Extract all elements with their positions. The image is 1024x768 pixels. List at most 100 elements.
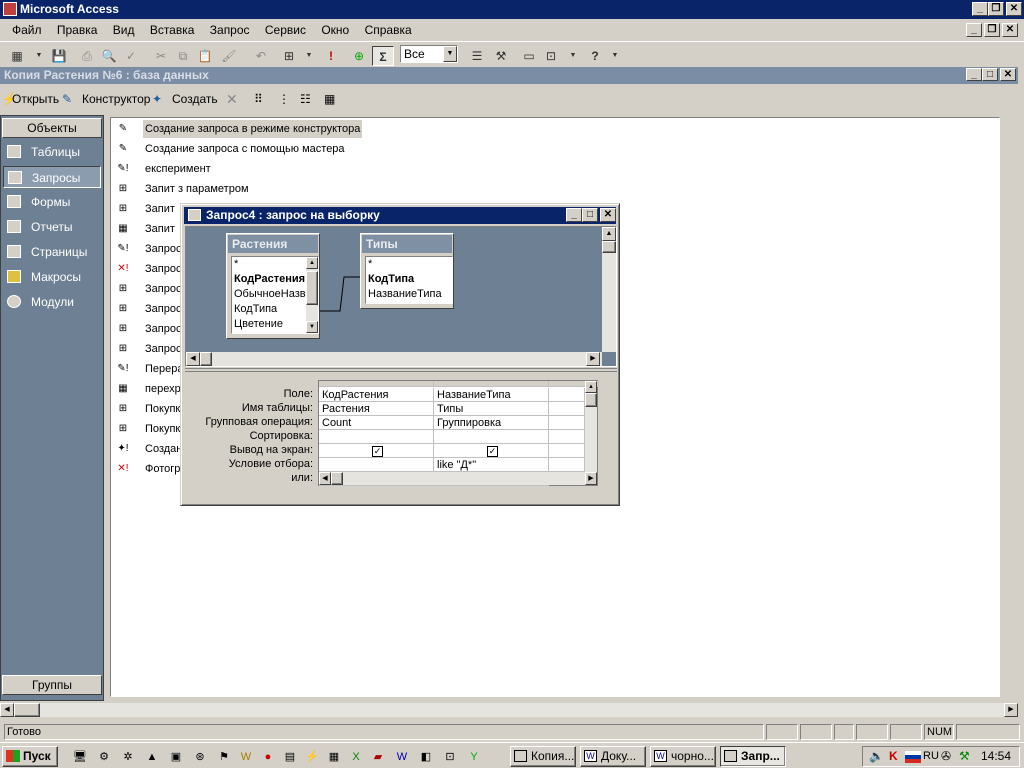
grid-empty-cell[interactable] [549,458,585,472]
new-object-icon[interactable]: ⊡ [540,46,562,66]
quicklaunch-icon[interactable]: ✲ [120,749,136,765]
print-preview-icon[interactable]: 🔍 [98,46,120,66]
design-button[interactable]: Конструктор [82,85,150,113]
show-checkbox[interactable]: ✓ [372,446,383,457]
spelling-icon[interactable]: ✓ [120,46,142,66]
query-list-item[interactable]: Создание запроса в режиме конструктора [143,120,363,138]
query-maximize-button[interactable]: □ [582,208,598,222]
scroll-thumb[interactable] [14,703,40,717]
large-icons-icon[interactable]: ⠿ [254,85,263,113]
scroll-right-arrow-icon[interactable]: ▶ [1004,703,1018,717]
db-horizontal-scrollbar[interactable]: ◀ ▶ [0,703,1018,717]
query-list-item[interactable]: перехр [145,380,181,398]
doc-restore-button[interactable]: ❐ [984,23,1000,37]
groups-header[interactable]: Группы [2,675,102,695]
grid-total-cell[interactable]: Группировка [434,416,549,430]
show-checkbox[interactable]: ✓ [487,446,498,457]
query-type-dropdown-icon[interactable]: ▼ [298,46,320,66]
scroll-left-arrow-icon[interactable]: ◀ [186,352,200,366]
query-list-item[interactable]: Запит [145,200,175,218]
query-list-item[interactable]: Запрос [145,300,181,318]
query-list-item[interactable]: Запрос [145,340,181,358]
totals-icon[interactable]: Σ [372,46,394,66]
objects-queries[interactable]: Запросы [3,166,101,188]
menu-file[interactable]: Файл [12,19,42,41]
scroll-thumb[interactable] [200,352,212,366]
query-list-item[interactable]: експеримент [145,160,211,178]
properties-icon[interactable]: ☰ [466,46,488,66]
grid-show-cell[interactable]: ✓ [434,444,549,458]
query-close-button[interactable]: ✕ [600,208,616,222]
paste-icon[interactable]: 📋 [194,46,216,66]
start-button[interactable]: Пуск [2,746,58,767]
scroll-thumb[interactable] [602,241,616,253]
query-minimize-button[interactable]: _ [566,208,582,222]
grid-total-cell[interactable]: Count [319,416,434,430]
access-icon[interactable]: ▰ [370,749,386,765]
quicklaunch-icon[interactable]: ▣ [168,749,184,765]
query-list-item[interactable]: Создание запроса с помощью мастера [145,140,345,158]
objects-modules[interactable]: Модули [3,291,101,313]
query-list-item[interactable]: Запрос [145,260,181,278]
details-view-icon[interactable]: ▦ [324,85,335,113]
objects-macros[interactable]: Макросы [3,266,101,288]
show-desktop-icon[interactable]: 🖥 [72,749,88,765]
scroll-up-arrow-icon[interactable]: ▲ [602,227,616,241]
small-icons-icon[interactable]: ⋮ [278,85,290,113]
query-type-icon[interactable]: ⊞ [278,46,300,66]
grid-show-cell[interactable]: ✓ [319,444,434,458]
toolbar-options-icon[interactable]: ▼ [604,46,626,66]
quicklaunch-icon[interactable]: ⚡ [304,749,320,765]
task-button-active[interactable]: Запр... [720,746,786,767]
field-list-scrollbar[interactable]: ▲ ▼ [306,257,318,333]
word-icon[interactable]: W [238,749,254,765]
quicklaunch-icon[interactable]: ⊡ [442,749,458,765]
quicklaunch-icon[interactable]: ▦ [326,749,342,765]
clock[interactable]: 14:54 [981,747,1011,766]
network-icon[interactable]: ⚒ [959,747,970,766]
scroll-right-arrow-icon[interactable]: ▶ [586,352,600,366]
delete-icon[interactable]: ✕ [226,85,238,113]
excel-icon[interactable]: X [348,749,364,765]
doc-close-button[interactable]: ✕ [1002,23,1018,37]
menu-edit[interactable]: Правка [57,19,98,41]
close-button[interactable]: ✕ [1006,2,1022,16]
objects-pages[interactable]: Страницы [3,241,101,263]
objects-header[interactable]: Объекты [2,118,102,138]
help-icon[interactable]: ? [584,46,606,66]
volume-icon[interactable]: 🔈 [869,747,884,766]
minimize-button[interactable]: _ [972,2,988,16]
view-icon[interactable]: ▦ [6,46,28,66]
query-list-item[interactable]: Покупк [145,420,180,438]
opera-icon[interactable]: ● [260,749,276,765]
field-item[interactable]: НазваниеТипа [366,287,452,302]
join-line[interactable] [320,265,362,315]
scroll-thumb[interactable] [585,393,597,407]
grid-field-cell[interactable]: НазваниеТипа [434,388,549,402]
top-values-combo[interactable]: Все ▼ [400,45,458,63]
scroll-up-arrow-icon[interactable]: ▲ [585,381,597,393]
create-button[interactable]: Создать [172,85,218,113]
query-list-item[interactable]: Создан [145,440,182,458]
table-pane-hscroll[interactable]: ◀ ▶ [186,352,602,366]
query-list-item[interactable]: Покупк [145,400,180,418]
format-painter-icon[interactable]: 🖌 [218,46,240,66]
grid-vscroll[interactable]: ▲ [585,381,597,472]
grid-empty-cell[interactable] [549,430,585,444]
objects-reports[interactable]: Отчеты [3,216,101,238]
language-indicator[interactable]: RU [923,747,939,766]
table-pane-vscroll[interactable]: ▲ [602,227,616,352]
field-item-primary-key[interactable]: КодТипа [366,272,452,287]
grid-sort-cell[interactable] [319,430,434,444]
scroll-up-arrow-icon[interactable]: ▲ [306,257,318,269]
grid-empty-cell[interactable] [549,388,585,402]
field-list-title[interactable]: Растения [228,235,318,253]
combo-dropdown-icon[interactable]: ▼ [443,46,457,62]
query-list-item[interactable]: Запрос [145,280,181,298]
show-table-icon[interactable]: ⊕ [348,46,370,66]
column-selector[interactable] [319,381,434,387]
doc-minimize-button[interactable]: _ [966,23,982,37]
field-list-tipy[interactable]: Типы * КодТипа НазваниеТипа [360,233,454,309]
quicklaunch-icon[interactable]: Y [466,749,482,765]
grid-criteria-cell[interactable]: like "Д*" [434,458,549,472]
